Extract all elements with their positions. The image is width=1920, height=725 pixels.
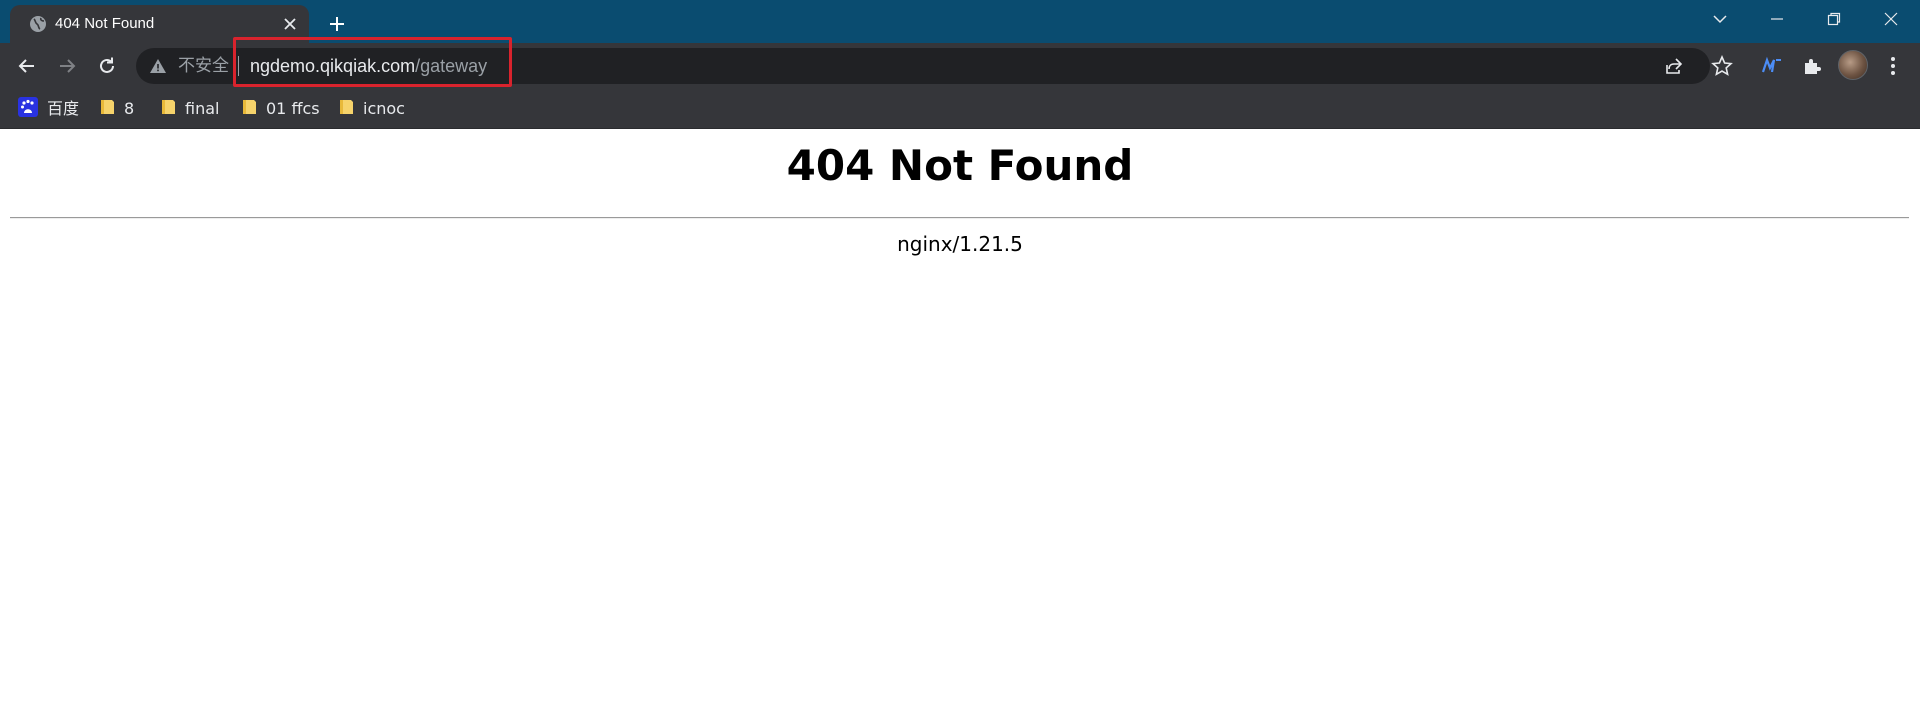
minimize-button[interactable]	[1748, 0, 1806, 38]
reload-button[interactable]	[90, 49, 124, 83]
plus-icon	[330, 17, 344, 31]
reload-icon	[100, 57, 114, 73]
divider	[10, 217, 1909, 219]
arrow-right-icon	[60, 59, 76, 73]
window-close-button[interactable]	[1862, 0, 1920, 38]
folder-icon	[241, 98, 257, 121]
folder-icon	[99, 98, 115, 121]
bookmark-label: 8	[124, 99, 135, 118]
minimize-icon	[1771, 18, 1783, 20]
tab-search-button[interactable]	[1691, 0, 1749, 38]
bookmarks-bar: 百度 8 final 01 ffcs icnoc	[0, 88, 1920, 129]
star-icon[interactable]	[1710, 54, 1734, 78]
bookmark-folder-final[interactable]: final	[160, 95, 219, 123]
page-content: 404 Not Found nginx/1.21.5	[0, 129, 1920, 725]
bookmark-label: final	[185, 99, 220, 118]
tab-title: 404 Not Found	[55, 15, 155, 32]
bookmark-baidu[interactable]: 百度	[18, 95, 79, 123]
bookmark-folder-8[interactable]: 8	[99, 95, 134, 123]
restore-icon	[1827, 12, 1841, 26]
security-label[interactable]: 不安全	[178, 56, 229, 76]
extension-mark-icon[interactable]	[1757, 51, 1787, 81]
url-path: /gateway	[415, 56, 488, 76]
browser-titlebar: 404 Not Found	[0, 0, 1920, 43]
server-signature: nginx/1.21.5	[897, 232, 1023, 256]
share-icon[interactable]	[1662, 54, 1686, 78]
globe-icon	[28, 14, 48, 34]
puzzle-icon[interactable]	[1797, 51, 1827, 81]
address-separator	[238, 56, 239, 76]
folder-icon	[160, 98, 176, 121]
folder-icon	[338, 98, 354, 121]
bookmark-label: icnoc	[363, 99, 405, 118]
close-icon	[1884, 12, 1898, 26]
close-icon[interactable]	[280, 14, 300, 34]
chevron-down-icon	[1713, 15, 1727, 24]
browser-toolbar: 不安全 ngdemo.qikqiak.com/gateway	[0, 43, 1920, 88]
profile-avatar[interactable]	[1838, 50, 1868, 80]
bookmark-folder-icnoc[interactable]: icnoc	[338, 95, 405, 123]
bookmark-folder-01-ffcs[interactable]: 01 ffcs	[241, 95, 320, 123]
forward-button[interactable]	[50, 49, 84, 83]
bookmark-label: 百度	[47, 99, 80, 118]
restore-button[interactable]	[1805, 0, 1863, 38]
url-host: ngdemo.qikqiak.com	[250, 56, 416, 76]
bookmark-label: 01 ffcs	[266, 99, 320, 118]
warning-icon[interactable]	[149, 58, 167, 74]
back-button[interactable]	[10, 49, 44, 83]
arrow-left-icon	[18, 59, 34, 73]
url-text[interactable]: ngdemo.qikqiak.com/gateway	[250, 56, 487, 76]
kebab-menu-icon[interactable]	[1878, 51, 1908, 81]
browser-tab-active[interactable]: 404 Not Found	[10, 5, 309, 43]
new-tab-button[interactable]	[323, 10, 351, 38]
address-bar[interactable]: 不安全 ngdemo.qikqiak.com/gateway	[136, 48, 1710, 84]
baidu-icon	[18, 96, 38, 122]
page-title: 404 Not Found	[786, 141, 1134, 190]
